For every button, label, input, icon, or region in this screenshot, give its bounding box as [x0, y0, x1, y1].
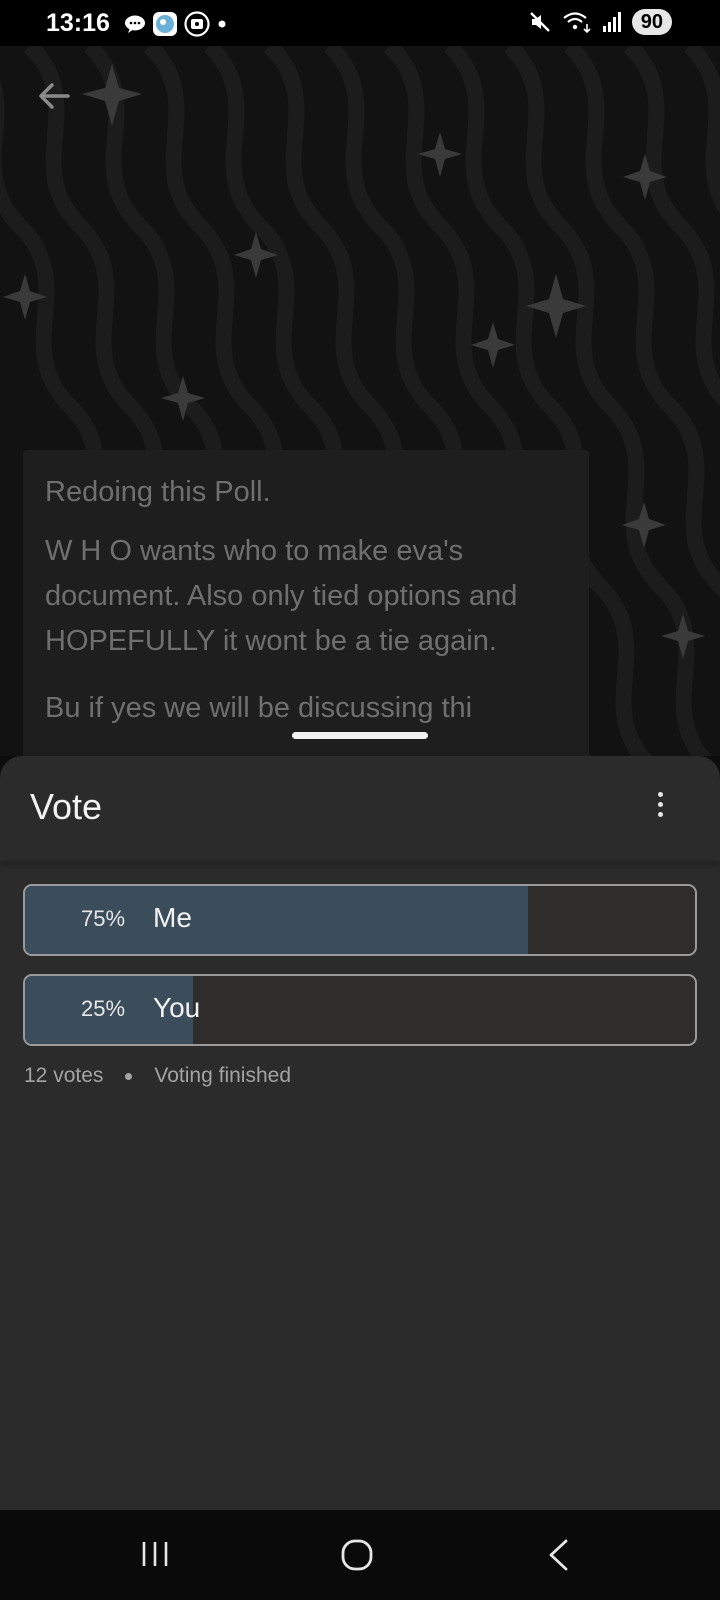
back-icon[interactable]: [546, 1538, 570, 1572]
post-background: Redoing this Poll. W H O wants who to ma…: [0, 46, 720, 756]
poll-option-you[interactable]: 25% You: [23, 974, 697, 1046]
signal-icon: [602, 12, 621, 32]
separator-dot: [125, 1072, 133, 1080]
more-vertical-icon[interactable]: [648, 786, 672, 822]
navigation-bar: [0, 1510, 720, 1600]
mute-icon: [529, 12, 550, 32]
home-icon[interactable]: [340, 1538, 374, 1572]
chat-bubble-icon: [125, 15, 145, 33]
post-card: Redoing this Poll. W H O wants who to ma…: [23, 450, 589, 756]
poll-option-percent: 25%: [81, 996, 126, 1021]
dot-icon: [218, 20, 226, 28]
status-bar: 13:16 90: [0, 0, 720, 46]
sheet-title: Vote: [30, 786, 103, 827]
vote-sheet: Vote 75% Me 25% You 12 votes Voting fini…: [0, 756, 720, 1510]
battery-indicator: 90: [631, 9, 672, 35]
status-time: 13:16: [46, 9, 110, 37]
arrow-left-icon[interactable]: [34, 76, 74, 116]
poll-option-percent: 75%: [81, 906, 126, 931]
recent-apps-icon[interactable]: [140, 1540, 172, 1568]
sheet-drag-handle[interactable]: [292, 732, 428, 739]
poll-option-label: Me: [153, 902, 192, 933]
poll-option-me[interactable]: 75% Me: [23, 884, 697, 956]
post-paragraph: Redoing this Poll.: [45, 476, 271, 508]
avatar-app-icon: [153, 12, 177, 36]
sheet-header: Vote: [0, 756, 720, 862]
vote-count: 12 votes: [24, 1064, 104, 1087]
poll-status: Voting finished: [154, 1064, 291, 1087]
poll-option-label: You: [153, 992, 201, 1023]
wifi-icon: [563, 12, 591, 34]
notification-icons: [124, 11, 228, 37]
system-icons: 90: [528, 9, 672, 35]
post-paragraph: Bu if yes we will be discussing thi: [45, 692, 473, 724]
poll-meta: 12 votes Voting finished: [24, 1064, 291, 1088]
post-paragraph: W H O wants who to make eva's document. …: [45, 535, 518, 657]
app-icon: [184, 11, 210, 37]
